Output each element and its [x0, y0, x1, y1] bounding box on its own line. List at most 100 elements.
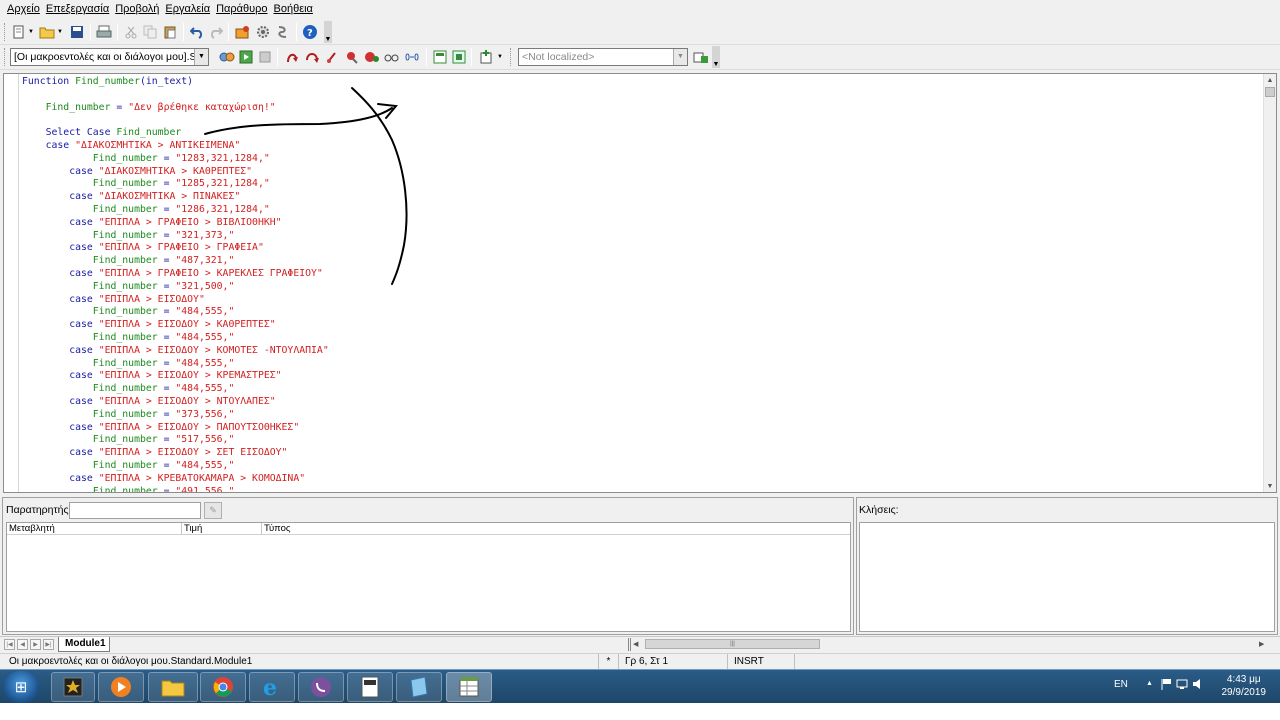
code-line[interactable]: case "ΔΙΑΚΟΣΜΗΤΙΚΑ > ΑΝΤΙΚΕΙΜΕΝΑ": [22, 140, 1262, 153]
code-line[interactable]: Find_number = "491,556,": [22, 486, 1262, 493]
code-line[interactable]: Find_number = "484,555,": [22, 306, 1262, 319]
code-line[interactable]: case "ΕΠΙΠΛΑ > ΚΡΕΒΑΤΟΚΑΜΑΡΑ > ΚΟΜΟΔΙΝΑ": [22, 473, 1262, 486]
code-line[interactable]: [22, 89, 1262, 102]
start-orb-icon[interactable]: ⊞: [3, 671, 39, 703]
code-line[interactable]: Find_number = "1285,321,1284,": [22, 178, 1262, 191]
vertical-scrollbar[interactable]: ▲ ▼: [1263, 74, 1276, 492]
new-document-icon[interactable]: [10, 23, 28, 41]
insert-module-icon[interactable]: [477, 48, 495, 66]
step-into-icon[interactable]: [283, 48, 301, 66]
compile-icon[interactable]: [218, 48, 236, 66]
run-icon[interactable]: [237, 48, 255, 66]
basic-macros-icon[interactable]: [234, 23, 252, 41]
code-line[interactable]: Find_number = "484,555,": [22, 332, 1262, 345]
cut-icon[interactable]: [122, 23, 140, 41]
new-dropdown-icon[interactable]: ▼: [27, 23, 35, 41]
column-type[interactable]: Τύπος: [262, 523, 850, 534]
object-catalog-icon[interactable]: [403, 48, 421, 66]
internet-explorer-icon[interactable]: e: [249, 672, 295, 702]
tab-module1[interactable]: Module1: [58, 637, 110, 652]
line-gutter[interactable]: [4, 74, 19, 492]
code-line[interactable]: case "ΕΠΙΠΛΑ > ΕΙΣΟΔΟΥ > ΚΑΘΡΕΠΤΕΣ": [22, 319, 1262, 332]
chevron-down-icon[interactable]: ▼: [673, 49, 687, 65]
help-icon[interactable]: ?: [301, 23, 319, 41]
paste-icon[interactable]: [161, 23, 179, 41]
copy-icon[interactable]: [141, 23, 159, 41]
language-indicator[interactable]: EN: [1114, 679, 1128, 690]
tab-splitter[interactable]: [628, 638, 631, 651]
code-line[interactable]: [22, 114, 1262, 127]
tray-expand-icon[interactable]: ▲: [1146, 680, 1153, 687]
stop-icon[interactable]: [256, 48, 274, 66]
horizontal-scrollbar[interactable]: ◀ ||| ▶: [633, 638, 1269, 651]
star-app-icon[interactable]: [51, 672, 95, 702]
scroll-left-icon[interactable]: ◀: [633, 640, 643, 648]
redo-icon[interactable]: [207, 23, 225, 41]
notepad-app-icon[interactable]: [396, 672, 442, 702]
watch-icon[interactable]: [383, 48, 401, 66]
menu-file[interactable]: Αρχείο: [4, 0, 43, 19]
menu-help[interactable]: Βοήθεια: [271, 0, 316, 19]
manage-breakpoints-icon[interactable]: [363, 48, 381, 66]
settings-gear-icon[interactable]: [254, 23, 272, 41]
watch-table[interactable]: Μεταβλητή Τιμή Τύπος: [6, 522, 851, 632]
network-icon[interactable]: [1176, 678, 1188, 693]
toolbar-grip[interactable]: [4, 48, 7, 66]
volume-icon[interactable]: [1192, 678, 1204, 693]
first-tab-icon[interactable]: |◀: [4, 639, 15, 650]
code-line[interactable]: case "ΕΠΙΠΛΑ > ΕΙΣΟΔΟΥ > ΚΟΜΟΤΕΣ -ΝΤΟΥΛΑ…: [22, 345, 1262, 358]
code-line[interactable]: Find_number = "Δεν βρέθηκε καταχώριση!": [22, 102, 1262, 115]
scroll-right-icon[interactable]: ▶: [1259, 640, 1269, 648]
toolbar-grip[interactable]: [4, 23, 7, 41]
menu-tools[interactable]: Εργαλεία: [162, 0, 213, 19]
dialogs-icon[interactable]: [450, 48, 468, 66]
code-line[interactable]: Find_number = "1283,321,1284,": [22, 153, 1262, 166]
media-player-icon[interactable]: [98, 672, 144, 702]
watch-input[interactable]: [69, 502, 201, 519]
code-line[interactable]: Select Case Find_number: [22, 127, 1262, 140]
code-line[interactable]: Find_number = "321,373,": [22, 230, 1262, 243]
menu-view[interactable]: Προβολή: [112, 0, 162, 19]
column-variable[interactable]: Μεταβλητή: [7, 523, 182, 534]
code-line[interactable]: case "ΕΠΙΠΛΑ > ΕΙΣΟΔΟΥ > ΝΤΟΥΛΑΠΕΣ": [22, 396, 1262, 409]
prev-tab-icon[interactable]: ◀: [17, 639, 28, 650]
code-editor[interactable]: Function Find_number(in_text) Find_numbe…: [3, 73, 1277, 493]
scrollbar-thumb[interactable]: |||: [645, 639, 820, 649]
select-module-icon[interactable]: [431, 48, 449, 66]
open-folder-icon[interactable]: [38, 23, 56, 41]
step-out-icon[interactable]: [323, 48, 341, 66]
column-value[interactable]: Τιμή: [182, 523, 262, 534]
code-line[interactable]: Function Find_number(in_text): [22, 76, 1262, 89]
dialog-manager-icon[interactable]: [274, 23, 292, 41]
code-line[interactable]: Find_number = "487,321,": [22, 255, 1262, 268]
code-line[interactable]: case "ΕΠΙΠΛΑ > ΓΡΑΦΕΙΟ > ΓΡΑΦΕΙΑ": [22, 242, 1262, 255]
code-line[interactable]: case "ΔΙΑΚΟΣΜΗΤΙΚΑ > ΚΑΘΡΕΠΤΕΣ": [22, 166, 1262, 179]
scroll-down-icon[interactable]: ▼: [1264, 480, 1276, 492]
chevron-down-icon[interactable]: ▼: [194, 49, 208, 65]
save-icon[interactable]: [68, 23, 86, 41]
code-line[interactable]: Find_number = "373,556,": [22, 409, 1262, 422]
scroll-up-icon[interactable]: ▲: [1264, 74, 1276, 86]
insert-dropdown-icon[interactable]: ▼: [496, 48, 504, 66]
code-line[interactable]: case "ΔΙΑΚΟΣΜΗΤΙΚΑ > ΠΙΝΑΚΕΣ": [22, 191, 1262, 204]
menu-edit[interactable]: Επεξεργασία: [43, 0, 112, 19]
document-app-icon[interactable]: [347, 672, 393, 702]
code-line[interactable]: Find_number = "484,555,": [22, 460, 1262, 473]
undo-icon[interactable]: [188, 23, 206, 41]
code-line[interactable]: case "ΕΠΙΠΛΑ > ΓΡΑΦΕΙΟ > ΚΑΡΕΚΛΕΣ ΓΡΑΦΕΙ…: [22, 268, 1262, 281]
clock[interactable]: 4:43 μμ 29/9/2019: [1222, 673, 1267, 699]
code-line[interactable]: Find_number = "484,555,": [22, 358, 1262, 371]
code-line[interactable]: Find_number = "1286,321,1284,": [22, 204, 1262, 217]
spreadsheet-app-icon[interactable]: [446, 672, 492, 702]
menu-window[interactable]: Παράθυρο: [213, 0, 270, 19]
chrome-icon[interactable]: [200, 672, 246, 702]
next-tab-icon[interactable]: ▶: [30, 639, 41, 650]
toolbar-grip[interactable]: [510, 48, 513, 66]
open-dropdown-icon[interactable]: ▼: [56, 23, 64, 41]
toolbar-overflow-icon[interactable]: ▼: [712, 46, 720, 68]
step-over-icon[interactable]: [303, 48, 321, 66]
calls-list[interactable]: [859, 522, 1275, 632]
code-line[interactable]: case "ΕΠΙΠΛΑ > ΕΙΣΟΔΟΥ": [22, 294, 1262, 307]
code-text[interactable]: Function Find_number(in_text) Find_numbe…: [22, 76, 1262, 493]
toolbar-overflow-icon[interactable]: ▼: [324, 21, 332, 43]
